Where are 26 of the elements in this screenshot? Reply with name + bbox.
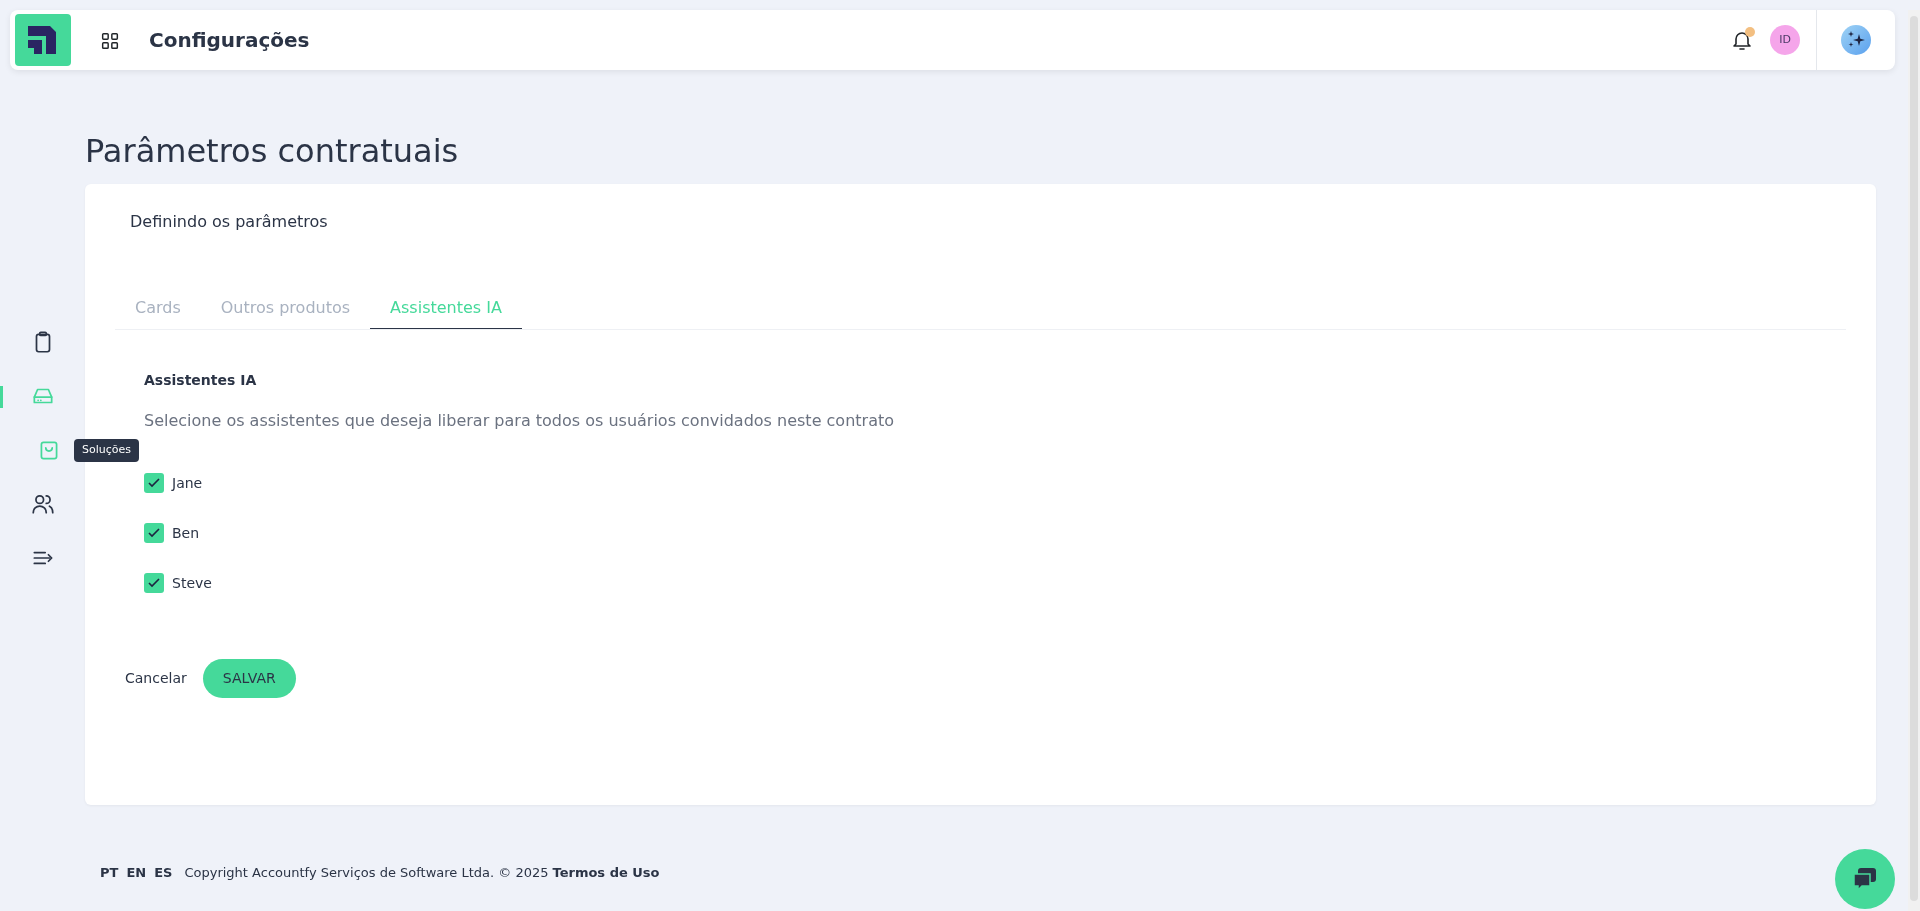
header-title: Configurações [149,27,310,54]
assistant-button[interactable] [1841,25,1871,55]
checkbox[interactable] [144,573,164,594]
section-description: Selecione os assistentes que deseja liberar para todos os usuários convidados neste contrato [144,410,895,433]
copyright-text: Copyright Accountfy Serviços de Software Ltda. © 2025 [184,864,549,883]
checkbox[interactable] [144,523,164,544]
page-title: Parâmetros contratuais [85,132,460,171]
logo[interactable] [15,14,71,66]
checkbox[interactable] [144,473,164,494]
language-link[interactable]: ES [154,863,173,883]
tooltip: Soluções [74,439,140,462]
save-button[interactable]: SALVAR [202,659,296,699]
checkbox-label: Steve [172,573,212,593]
notifications-button[interactable] [1730,27,1754,53]
checkbox-label: Jane [172,473,203,493]
language-link[interactable]: EN [126,863,147,883]
section-title: Assistentes IA [144,371,258,391]
scrollbar[interactable] [1908,10,1920,911]
cancel-link[interactable]: Cancelar [125,668,187,690]
card-subtitle: Definindo os parâmetros [130,211,329,234]
checkbox-label: Ben [172,523,200,543]
active-indicator [0,386,3,408]
chat-button[interactable] [1835,849,1895,909]
user-avatar[interactable]: ID [1770,25,1800,55]
language-link[interactable]: PT [100,863,119,883]
terms-link[interactable]: Termos de Uso [552,863,660,883]
